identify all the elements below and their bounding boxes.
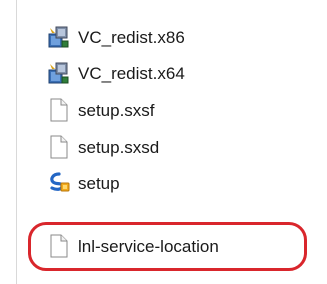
file-name: VC_redist.x86 (78, 27, 185, 47)
setup-app-icon (48, 171, 70, 195)
file-item-setup-sxsd[interactable]: setup.sxsd (48, 130, 159, 164)
blank-document-icon (48, 234, 70, 258)
blank-document-icon (48, 135, 70, 159)
file-name: setup (78, 173, 120, 193)
file-name: setup.sxsf (78, 100, 155, 120)
file-item-lnl-service-location[interactable]: lnl-service-location (48, 229, 219, 263)
blank-document-icon (48, 98, 70, 122)
installer-package-icon (48, 25, 70, 49)
file-name: VC_redist.x64 (78, 63, 185, 83)
file-item-vc-redist-x86[interactable]: VC_redist.x86 (48, 20, 185, 54)
file-name: lnl-service-location (78, 236, 219, 256)
file-item-setup[interactable]: setup (48, 166, 120, 200)
file-explorer-pane: VC_redist.x86 VC_redist.x64 setup.sxsf s… (0, 0, 327, 284)
file-item-setup-sxsf[interactable]: setup.sxsf (48, 93, 155, 127)
file-name: setup.sxsd (78, 137, 160, 157)
installer-package-icon (48, 61, 70, 85)
file-item-vc-redist-x64[interactable]: VC_redist.x64 (48, 56, 185, 90)
pane-left-border (16, 0, 17, 284)
